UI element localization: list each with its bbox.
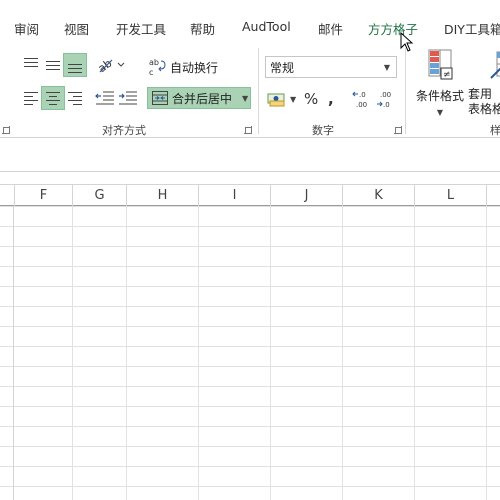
grid-line [72, 206, 73, 500]
increase-decimal-button[interactable]: .0 .00 [352, 88, 374, 110]
tab-review[interactable]: 审阅 [14, 19, 39, 38]
svg-text:.0: .0 [383, 101, 390, 109]
grid-line [342, 206, 343, 500]
decrease-decimal-icon: .00 .0 [377, 91, 391, 109]
number-group-label: 数字 [312, 124, 334, 137]
merge-cells-icon [152, 91, 168, 105]
orientation-button[interactable]: ab [96, 54, 126, 76]
align-middle-button[interactable] [42, 54, 64, 76]
grid-line [414, 206, 415, 500]
grid-line [486, 206, 487, 500]
worksheet-grid[interactable]: F G H I J K L [0, 184, 500, 500]
chevron-down-icon: ▼ [383, 62, 390, 72]
grid-line [126, 206, 127, 500]
conditional-format-label: 条件格式 [415, 89, 464, 103]
alignment-group-label: 对齐方式 [102, 124, 146, 137]
column-header-row: F G H I J K L [0, 184, 500, 206]
grid-line [198, 206, 199, 500]
svg-text:ab: ab [96, 57, 114, 76]
font-dialog-launcher-icon[interactable] [2, 126, 10, 134]
mouse-pointer-icon [400, 32, 414, 52]
increase-indent-icon [119, 91, 137, 105]
tab-developer[interactable]: 开发工具 [116, 19, 166, 38]
orientation-icon: ab [96, 57, 125, 76]
svg-text:.0: .0 [359, 91, 366, 99]
align-right-button[interactable] [64, 87, 86, 109]
column-header-k[interactable]: K [343, 185, 415, 206]
column-header-g[interactable]: G [73, 185, 127, 206]
ribbon: ab ab c 自动换行 合并后居中 ▼ 对齐方式 常规 ▼ ▼ % , .0 … [0, 42, 500, 138]
currency-icon [267, 93, 285, 107]
cell-area[interactable] [0, 206, 500, 500]
conditional-format-button[interactable]: ≠ 条件格式 ▼ [410, 48, 470, 118]
conditional-format-icon: ≠ [428, 49, 453, 80]
decrease-decimal-button[interactable]: .00 .0 [376, 88, 398, 110]
comma-style-button[interactable]: , [328, 88, 334, 110]
column-header-j[interactable]: J [271, 185, 343, 206]
svg-text:ab: ab [149, 58, 159, 67]
align-top-button[interactable] [20, 54, 42, 76]
align-left-button[interactable] [20, 87, 42, 109]
wrap-text-icon: ab c [149, 58, 166, 77]
chevron-down-icon: ▼ [436, 108, 444, 117]
format-as-table-label: 套用 表格格 [468, 87, 500, 116]
svg-text:.00: .00 [356, 101, 367, 109]
merge-center-button[interactable]: 合并后居中 ▼ [147, 87, 251, 109]
percent-label: % [304, 90, 319, 108]
decrease-indent-icon [95, 91, 114, 105]
tab-mail[interactable]: 邮件 [318, 19, 343, 38]
row-header-corner [0, 185, 15, 206]
column-header-l[interactable]: L [415, 185, 487, 206]
chevron-down-icon: ▼ [290, 94, 297, 104]
tab-view[interactable]: 视图 [64, 19, 89, 38]
number-format-value: 常规 [270, 60, 295, 75]
svg-text:≠: ≠ [443, 70, 451, 80]
formula-bar[interactable] [0, 140, 500, 172]
tab-diy-toolbox[interactable]: DIY工具箱 [444, 19, 500, 38]
tab-help[interactable]: 帮助 [190, 19, 215, 38]
comma-label: , [328, 90, 334, 108]
chevron-down-icon[interactable]: ▼ [242, 94, 248, 103]
number-dialog-launcher-icon[interactable] [394, 126, 402, 134]
styles-group-label: 样 [490, 124, 500, 137]
tab-audtool[interactable]: AudTool [242, 19, 291, 34]
svg-text:c: c [149, 68, 153, 77]
column-header-f[interactable]: F [15, 185, 73, 206]
column-header-h[interactable]: H [127, 185, 199, 206]
wrap-text-label: 自动换行 [170, 60, 219, 75]
increase-decimal-icon: .0 .00 [352, 91, 367, 109]
decrease-indent-button[interactable] [94, 87, 116, 109]
svg-text:.00: .00 [380, 91, 391, 99]
group-divider [405, 48, 406, 134]
percent-style-button[interactable]: % [304, 88, 318, 110]
merge-center-label: 合并后居中 [172, 91, 233, 106]
format-as-table-icon [490, 51, 500, 79]
align-center-button[interactable] [41, 86, 65, 110]
grid-line [270, 206, 271, 500]
number-format-dropdown[interactable]: 常规 ▼ [265, 56, 397, 78]
format-as-table-button[interactable]: 套用 表格格 [466, 48, 500, 117]
group-divider [258, 48, 259, 134]
column-header-i[interactable]: I [199, 185, 271, 206]
increase-indent-button[interactable] [117, 87, 139, 109]
wrap-text-button[interactable]: ab c 自动换行 [148, 56, 218, 78]
row-header-gutter [0, 206, 14, 500]
align-bottom-button[interactable] [63, 53, 87, 77]
accounting-format-button[interactable]: ▼ [266, 88, 296, 110]
alignment-dialog-launcher-icon[interactable] [244, 126, 252, 134]
